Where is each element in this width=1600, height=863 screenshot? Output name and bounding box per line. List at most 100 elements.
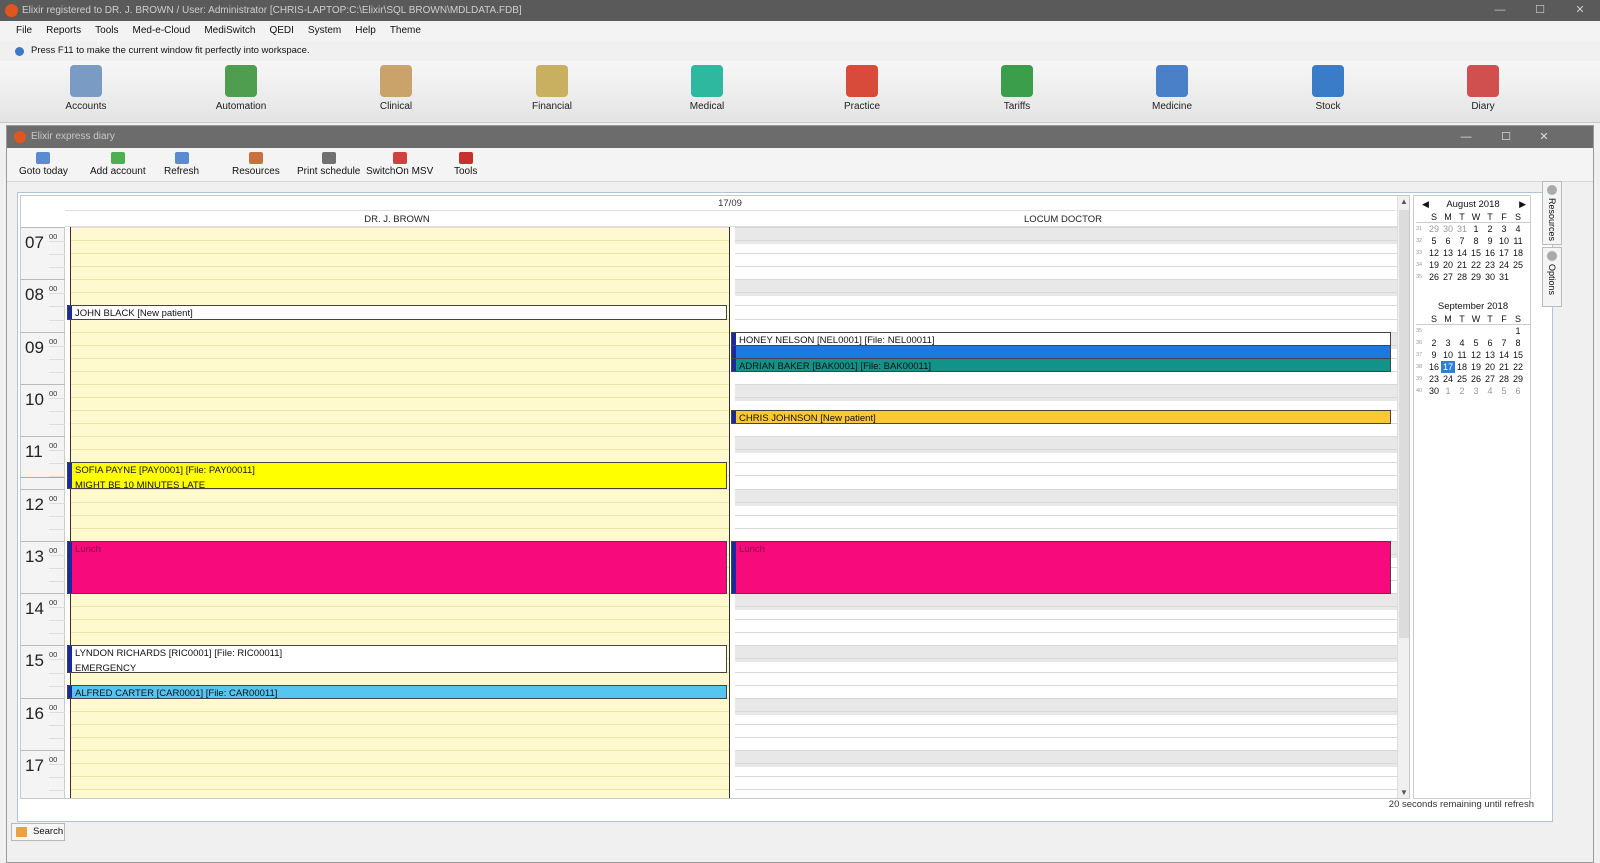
vertical-scrollbar[interactable]: ▲ ▼ xyxy=(1397,196,1409,798)
calendar-day[interactable]: 8 xyxy=(1469,235,1483,247)
toolbar-add-account-button[interactable]: Add account xyxy=(90,152,146,177)
calendar-day[interactable]: 15 xyxy=(1511,349,1525,361)
calendar-day[interactable]: 13 xyxy=(1441,247,1455,259)
module-clinical[interactable]: Clinical xyxy=(351,65,441,112)
calendar-day[interactable]: 20 xyxy=(1441,259,1455,271)
calendar-day[interactable]: 26 xyxy=(1427,271,1441,283)
diary-minimize-button[interactable]: — xyxy=(1447,126,1485,148)
calendar-day[interactable]: 25 xyxy=(1455,373,1469,385)
calendar-day[interactable]: 11 xyxy=(1455,349,1469,361)
calendar-day[interactable]: 1 xyxy=(1511,325,1525,337)
appointment[interactable]: LYNDON RICHARDS [RIC0001] [File: RIC0001… xyxy=(67,645,727,673)
calendar-day[interactable]: 28 xyxy=(1455,271,1469,283)
module-automation[interactable]: Automation xyxy=(196,65,286,112)
maximize-button[interactable]: ☐ xyxy=(1520,0,1560,21)
calendar-day[interactable]: 19 xyxy=(1469,361,1483,373)
menu-help[interactable]: Help xyxy=(348,21,383,41)
toolbar-switchon-msv-button[interactable]: SwitchOn MSV xyxy=(366,152,433,177)
menu-file[interactable]: File xyxy=(0,21,39,41)
calendar-day[interactable]: 1 xyxy=(1441,385,1455,397)
calendar-day[interactable]: 8 xyxy=(1511,337,1525,349)
calendar-day[interactable]: 14 xyxy=(1455,247,1469,259)
calendar-day[interactable]: 24 xyxy=(1497,259,1511,271)
calendar-day[interactable]: 4 xyxy=(1483,385,1497,397)
calendar-day[interactable]: 28 xyxy=(1497,373,1511,385)
calendar-day[interactable]: 6 xyxy=(1441,235,1455,247)
calendar-day[interactable]: 30 xyxy=(1441,223,1455,235)
calendar-day[interactable]: 27 xyxy=(1483,373,1497,385)
module-diary[interactable]: Diary xyxy=(1438,65,1528,112)
appointment[interactable]: SOFIA PAYNE [PAY0001] [File: PAY00011] MI… xyxy=(67,462,727,490)
calendar-day[interactable]: 7 xyxy=(1455,235,1469,247)
calendar-day[interactable]: 12 xyxy=(1469,349,1483,361)
scroll-down-icon[interactable]: ▼ xyxy=(1400,788,1408,797)
column-header-dr-brown[interactable]: DR. J. BROWN xyxy=(65,212,729,227)
close-button[interactable]: ✕ xyxy=(1560,0,1600,21)
calendar-day[interactable]: 5 xyxy=(1497,385,1511,397)
appointment[interactable]: ADRIAN BAKER [BAK0001] [File: BAK00011] xyxy=(731,357,1391,372)
toolbar-print-schedule-button[interactable]: Print schedule xyxy=(297,152,360,177)
calendar-day[interactable]: 23 xyxy=(1427,373,1441,385)
next-month-icon[interactable]: ▶ xyxy=(1519,198,1526,211)
diary-maximize-button[interactable]: ☐ xyxy=(1487,126,1525,148)
module-medical[interactable]: Medical xyxy=(662,65,752,112)
calendar-day[interactable]: 11 xyxy=(1511,235,1525,247)
toolbar-goto-today-button[interactable]: Goto today xyxy=(19,152,68,177)
calendar-day[interactable]: 14 xyxy=(1497,349,1511,361)
diary-close-button[interactable]: ✕ xyxy=(1525,126,1563,148)
toolbar-resources-button[interactable]: Resources xyxy=(232,152,280,177)
scroll-up-icon[interactable]: ▲ xyxy=(1400,197,1408,206)
calendar-day[interactable]: 30 xyxy=(1483,271,1497,283)
calendar-day[interactable]: 12 xyxy=(1427,247,1441,259)
calendar-day[interactable]: 10 xyxy=(1441,349,1455,361)
schedule-column-dr-brown[interactable]: JOHN BLACK [New patient] SOFIA PAYNE [PAY… xyxy=(67,227,729,798)
calendar-day-selected[interactable]: 17 xyxy=(1441,361,1455,373)
tab-resources[interactable]: Resources xyxy=(1542,181,1562,245)
appointment[interactable]: CHRIS JOHNSON [New patient] xyxy=(731,410,1391,425)
calendar-day[interactable]: 1 xyxy=(1469,223,1483,235)
calendar-day[interactable]: 22 xyxy=(1469,259,1483,271)
calendar-day[interactable]: 9 xyxy=(1427,349,1441,361)
calendar-day[interactable]: 13 xyxy=(1483,349,1497,361)
calendar-day[interactable]: 17 xyxy=(1497,247,1511,259)
scroll-thumb[interactable] xyxy=(1399,210,1409,638)
menu-reports[interactable]: Reports xyxy=(39,21,88,41)
calendar-day[interactable]: 16 xyxy=(1483,247,1497,259)
column-header-locum-doctor[interactable]: LOCUM DOCTOR xyxy=(729,212,1397,227)
calendar-day[interactable]: 4 xyxy=(1455,337,1469,349)
calendar-day[interactable]: 22 xyxy=(1511,361,1525,373)
calendar-day[interactable]: 3 xyxy=(1441,337,1455,349)
toolbar-refresh-button[interactable]: Refresh xyxy=(164,152,199,177)
calendar-day[interactable]: 4 xyxy=(1511,223,1525,235)
calendar-day[interactable]: 24 xyxy=(1441,373,1455,385)
calendar-day[interactable]: 6 xyxy=(1511,385,1525,397)
calendar-day[interactable]: 7 xyxy=(1497,337,1511,349)
calendar-day[interactable]: 2 xyxy=(1455,385,1469,397)
calendar-day[interactable]: 6 xyxy=(1483,337,1497,349)
calendar-day[interactable]: 2 xyxy=(1483,223,1497,235)
calendar-day[interactable]: 5 xyxy=(1469,337,1483,349)
calendar-day[interactable]: 31 xyxy=(1455,223,1469,235)
calendar-day[interactable]: 21 xyxy=(1497,361,1511,373)
menu-system[interactable]: System xyxy=(301,21,348,41)
calendar-day[interactable]: 5 xyxy=(1427,235,1441,247)
calendar-day[interactable]: 29 xyxy=(1427,223,1441,235)
calendar-day[interactable]: 16 xyxy=(1427,361,1441,373)
calendar-day[interactable]: 9 xyxy=(1483,235,1497,247)
calendar-day[interactable]: 21 xyxy=(1455,259,1469,271)
calendar-day[interactable]: 30 xyxy=(1427,385,1441,397)
calendar-day[interactable]: 18 xyxy=(1511,247,1525,259)
menu-tools[interactable]: Tools xyxy=(88,21,125,41)
calendar-day[interactable]: 15 xyxy=(1469,247,1483,259)
tab-options[interactable]: Options xyxy=(1542,247,1562,307)
calendar-day[interactable]: 29 xyxy=(1469,271,1483,283)
appointment[interactable] xyxy=(731,344,1391,359)
appointment[interactable]: ALFRED CARTER [CAR0001] [File: CAR00011] xyxy=(67,684,727,699)
lunch-block[interactable]: Lunch xyxy=(731,540,1391,595)
menu-theme[interactable]: Theme xyxy=(383,21,428,41)
prev-month-icon[interactable]: ◀ xyxy=(1422,198,1429,211)
search-button[interactable]: Search xyxy=(11,823,65,841)
module-practice[interactable]: Practice xyxy=(817,65,907,112)
calendar-day[interactable]: 26 xyxy=(1469,373,1483,385)
calendar-day[interactable]: 23 xyxy=(1483,259,1497,271)
